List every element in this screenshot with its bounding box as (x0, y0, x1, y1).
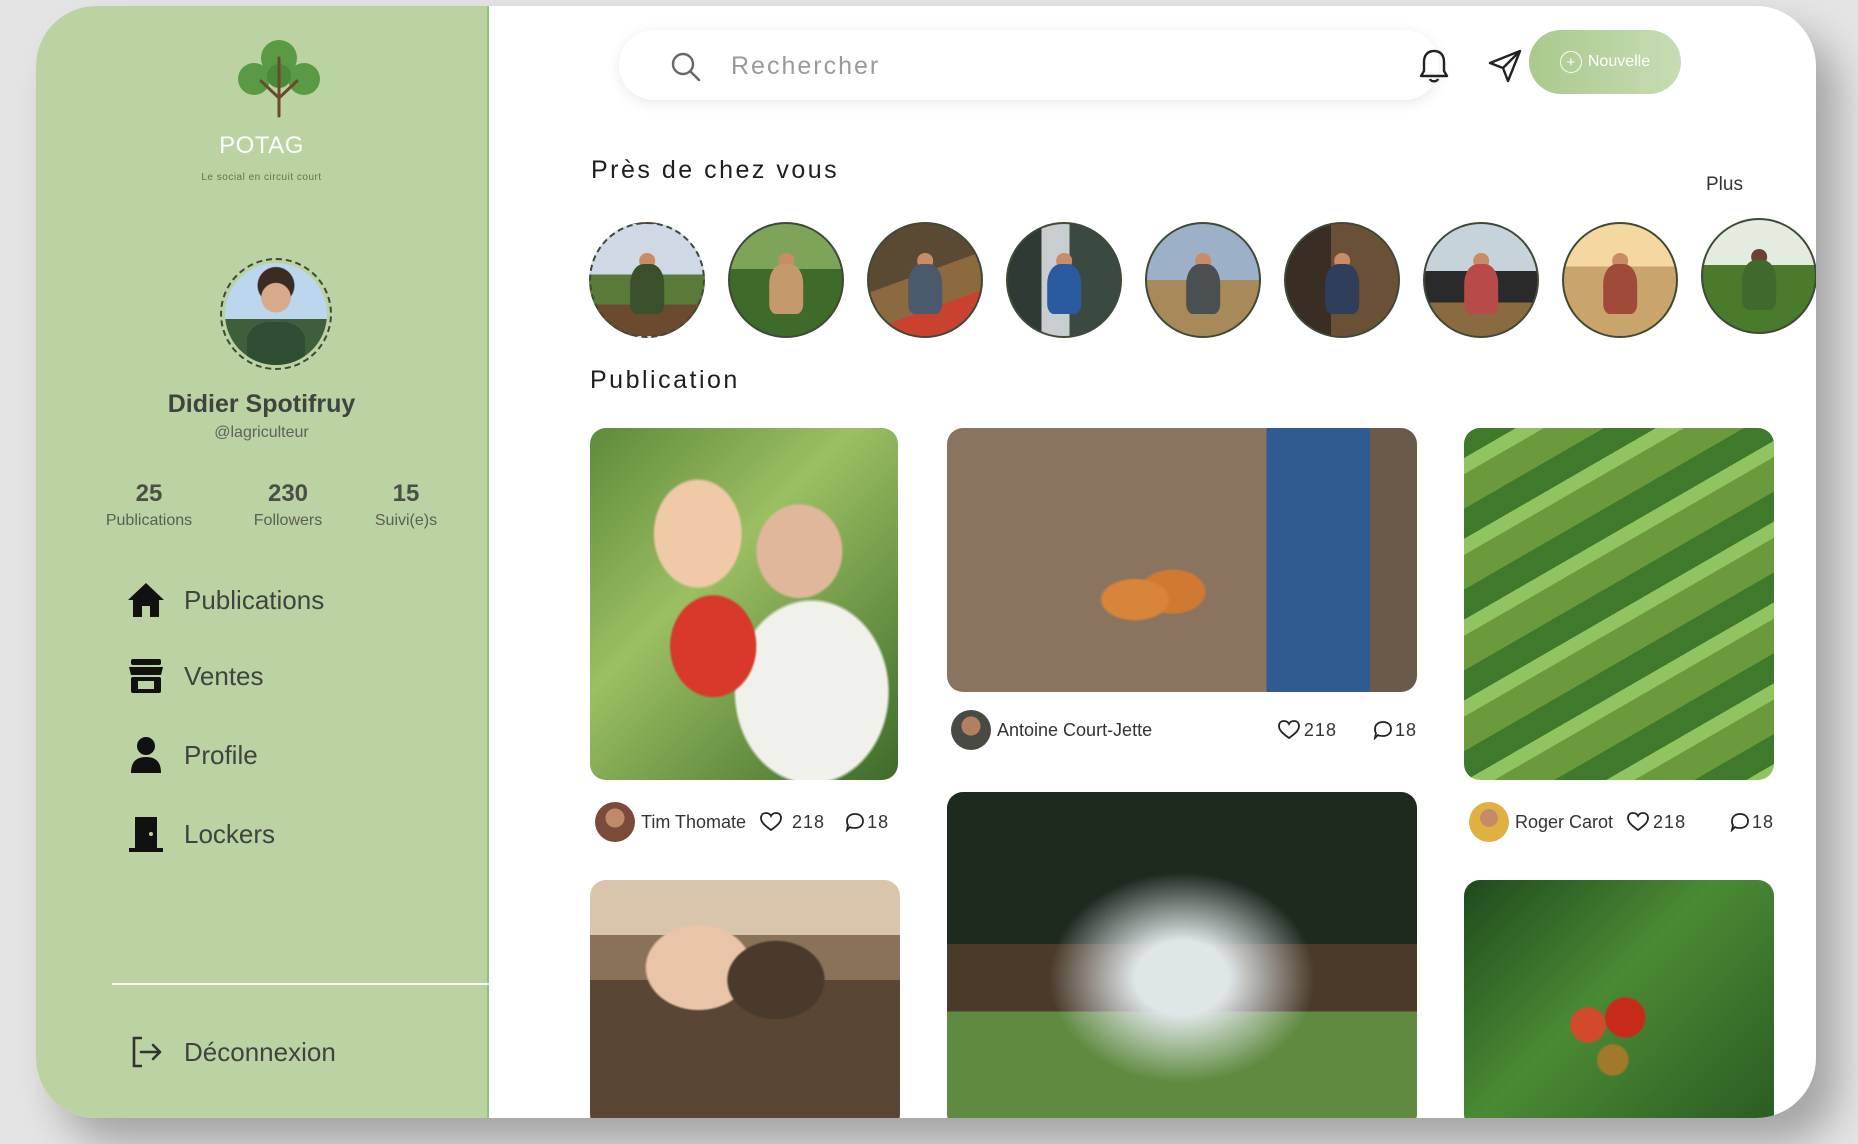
app-frame: POTAG Le social en circuit court Didier … (36, 6, 1816, 1118)
comment-count: 18 (867, 811, 890, 832)
like-count: 218 (792, 811, 826, 832)
nav-item-profile[interactable]: Profile (124, 733, 258, 777)
stat-publications[interactable]: 25 Publications (84, 480, 214, 530)
like-count: 218 (1303, 719, 1337, 740)
author-avatar[interactable] (951, 710, 991, 750)
main-content: Rechercher + Nouvelle Près de chez vous … (489, 6, 1816, 1118)
comment-count: 18 (1394, 719, 1417, 740)
send-icon[interactable] (1485, 46, 1525, 86)
post-image[interactable] (590, 880, 900, 1118)
author-avatar[interactable] (1469, 802, 1509, 842)
nav-item-ventes[interactable]: Ventes (124, 654, 264, 698)
comment-icon (845, 813, 864, 832)
avatar-photo (225, 263, 327, 365)
home-icon (124, 578, 168, 622)
stat-value: 15 (392, 480, 420, 507)
post-meta: Tim Thomate 218 18 (595, 802, 895, 842)
comment-count: 18 (1751, 811, 1774, 832)
nav-label: Ventes (184, 660, 264, 691)
author-name[interactable]: Tim Thomate (641, 812, 746, 833)
nearby-title: Près de chez vous (591, 156, 840, 184)
post-image[interactable] (947, 428, 1417, 692)
feed-title: Publication (590, 366, 740, 394)
comment-button[interactable]: 18 (1730, 812, 1774, 833)
stat-label: Followers (253, 512, 323, 529)
sidebar-divider (112, 983, 512, 985)
stat-value: 230 (267, 480, 309, 507)
comment-icon (1373, 721, 1392, 740)
logout-icon (124, 1030, 168, 1074)
stat-followers[interactable]: 230 Followers (228, 480, 348, 530)
post-image[interactable] (1464, 880, 1774, 1118)
comment-button[interactable]: 18 (845, 812, 889, 833)
story-avatar[interactable] (728, 222, 844, 338)
stat-label: Suivi(e)s (374, 512, 438, 529)
author-avatar[interactable] (595, 802, 635, 842)
post-meta: Antoine Court-Jette 218 18 (951, 710, 1417, 750)
more-link[interactable]: Plus (1706, 174, 1743, 196)
user-handle: @lagriculteur (214, 424, 309, 441)
brand-tagline: Le social en circuit court (201, 172, 322, 183)
new-post-button[interactable]: + Nouvelle (1529, 30, 1681, 94)
nav-label: Publications (184, 584, 325, 615)
nav-label: Lockers (184, 818, 276, 849)
logout-label: Déconnexion (184, 1036, 336, 1067)
story-avatar[interactable] (1562, 222, 1678, 338)
logo-icon (238, 40, 320, 118)
brand-name: POTAG (219, 132, 304, 159)
story-avatar[interactable] (1006, 222, 1122, 338)
heart-icon (760, 812, 782, 832)
post-meta: Roger Carot 218 18 (1469, 802, 1774, 842)
nav-item-lockers[interactable]: Lockers (124, 812, 275, 856)
bell-icon[interactable] (1414, 46, 1454, 86)
post-image[interactable] (1464, 428, 1774, 780)
search-placeholder: Rechercher (731, 52, 881, 80)
story-avatar[interactable] (589, 222, 705, 338)
like-button[interactable]: 218 (760, 812, 825, 833)
nav-label: Profile (184, 739, 258, 770)
user-name: Didier Spotifruy (167, 390, 356, 418)
story-avatar[interactable] (1284, 222, 1400, 338)
stat-label: Publications (105, 512, 193, 529)
author-name[interactable]: Roger Carot (1515, 812, 1613, 833)
author-name[interactable]: Antoine Court-Jette (997, 720, 1152, 741)
search-input[interactable]: Rechercher (619, 30, 1439, 100)
like-button[interactable]: 218 (1278, 720, 1337, 741)
post-image[interactable] (947, 792, 1417, 1118)
like-button[interactable]: 218 (1627, 812, 1686, 833)
stat-following[interactable]: 15 Suivi(e)s (354, 480, 458, 530)
door-icon (124, 812, 168, 856)
search-icon (671, 52, 701, 87)
story-avatar[interactable] (867, 222, 983, 338)
plus-circle-icon: + (1559, 51, 1582, 73)
heart-icon (1627, 812, 1649, 832)
stat-value: 25 (135, 480, 163, 507)
sidebar: POTAG Le social en circuit court Didier … (36, 6, 512, 1118)
story-avatar[interactable] (1145, 222, 1261, 338)
store-icon (124, 654, 168, 698)
logout-button[interactable]: Déconnexion (124, 1030, 336, 1074)
comment-icon (1730, 813, 1749, 832)
post-image[interactable] (590, 428, 898, 780)
user-icon (124, 733, 168, 777)
story-avatar[interactable] (1701, 218, 1816, 334)
heart-icon (1278, 720, 1300, 740)
nav-item-publications[interactable]: Publications (124, 578, 324, 622)
new-post-label: Nouvelle (1587, 53, 1651, 70)
story-avatar[interactable] (1423, 222, 1539, 338)
avatar[interactable] (220, 258, 332, 370)
comment-button[interactable]: 18 (1373, 720, 1417, 741)
like-count: 218 (1653, 811, 1687, 832)
